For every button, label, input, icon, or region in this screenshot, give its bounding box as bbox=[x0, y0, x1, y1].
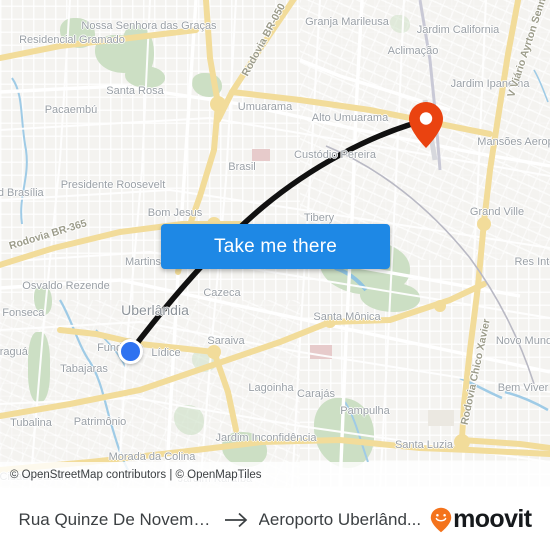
take-me-there-label: Take me there bbox=[214, 235, 337, 257]
destination-pin-marker[interactable] bbox=[408, 101, 444, 149]
arrow-right-icon bbox=[224, 512, 247, 527]
river-line bbox=[533, 69, 549, 103]
map-canvas[interactable]: Take me there Residencial Gramado Nossa S… bbox=[0, 0, 550, 488]
map-attribution[interactable]: © OpenStreetMap contributors | © OpenMap… bbox=[0, 462, 550, 488]
river-line bbox=[11, 77, 28, 225]
origin-dot-marker[interactable] bbox=[118, 339, 143, 364]
river-line bbox=[504, 390, 549, 412]
moovit-trip-map-screen: Take me there Residencial Gramado Nossa S… bbox=[0, 0, 550, 550]
trip-footer-bar: Rua Quinze De Novembro, 2... Aeroporto U… bbox=[0, 488, 550, 550]
origin-address-label: Rua Quinze De Novembro, 2... bbox=[18, 509, 215, 529]
moovit-brand-logo[interactable]: moovit bbox=[430, 505, 532, 533]
destination-address-label: Aeroporto Uberlând... bbox=[258, 509, 422, 529]
take-me-there-button[interactable]: Take me there bbox=[161, 224, 390, 269]
moovit-pin-smiley-icon bbox=[430, 507, 452, 532]
attribution-text: © OpenStreetMap contributors | © OpenMap… bbox=[10, 469, 262, 481]
moovit-wordmark: moovit bbox=[453, 505, 532, 533]
